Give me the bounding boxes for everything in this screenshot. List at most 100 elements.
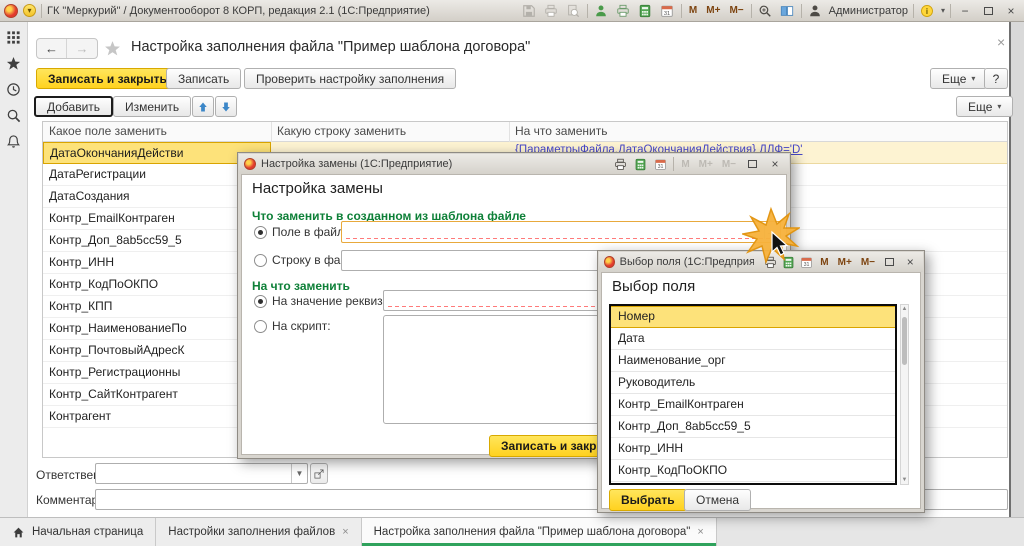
forward-button[interactable]: → — [67, 39, 97, 58]
memory-m-button[interactable]: М — [687, 5, 699, 16]
radio-string-in-file[interactable] — [254, 254, 267, 267]
maximize-button[interactable] — [979, 4, 997, 18]
favorites-star-icon[interactable] — [6, 56, 21, 71]
memory-mminus-button[interactable]: М− — [727, 5, 745, 16]
save-icon[interactable] — [521, 2, 538, 19]
move-up-button[interactable] — [192, 96, 214, 117]
memory-mplus-button[interactable]: М+ — [704, 5, 722, 16]
save-button[interactable]: Записать — [166, 68, 241, 89]
select-button[interactable]: Выбрать — [609, 489, 687, 511]
list-item-selected[interactable]: Номер — [611, 306, 895, 328]
field-select-dialog: Выбор поля (1С:Предприятие) М М+ М− × Вы… — [597, 250, 925, 513]
close-button[interactable]: × — [902, 255, 918, 269]
window-titlebar: ▾ ГК "Меркурий" / Документооборот 8 КОРП… — [0, 0, 1024, 22]
form-close-icon[interactable]: × — [997, 34, 1005, 50]
dropdown-arrow-icon[interactable]: ▼ — [291, 464, 307, 483]
tab-current-fill-setting[interactable]: Настройка заполнения файла "Пример шабло… — [362, 518, 717, 546]
open-icon — [313, 468, 325, 480]
row-field-name: Контр_ИНН — [43, 252, 270, 273]
print-icon[interactable] — [543, 2, 560, 19]
scroll-up-icon[interactable]: ▲ — [901, 306, 908, 312]
cancel-button[interactable]: Отмена — [684, 489, 751, 511]
scrollbar-thumb[interactable] — [902, 317, 907, 365]
memory-m-button[interactable]: М — [818, 257, 830, 268]
radio-script[interactable] — [254, 320, 267, 333]
scroll-down-icon[interactable]: ▼ — [901, 477, 908, 483]
row-field-name: Контр_КодПоОКПО — [43, 274, 270, 295]
row-field-name: Контр_ПочтовыйАдресК — [43, 340, 270, 361]
click-highlight-cursor — [742, 206, 800, 264]
maximize-button[interactable] — [743, 157, 761, 171]
field-list: Номер Дата Наименование_орг Руководитель… — [609, 304, 897, 485]
split-view-icon[interactable] — [779, 2, 796, 19]
user-icon — [807, 2, 824, 19]
row-field-name: ДатаСоздания — [43, 186, 270, 207]
dialog-title: Выбор поля — [612, 278, 695, 295]
list-item[interactable]: Контр_КодПоОКПО — [611, 460, 895, 482]
calculator-icon[interactable] — [637, 2, 654, 19]
row-field-name: Контр_EmailКонтраген — [43, 208, 270, 229]
printer-green-icon[interactable] — [615, 2, 632, 19]
column-header-string[interactable]: Какую строку заменить — [271, 122, 509, 141]
column-header-replace[interactable]: На что заменить — [509, 122, 1007, 141]
table-header: Какое поле заменить Какую строку заменит… — [43, 122, 1007, 142]
edit-button[interactable]: Изменить — [113, 96, 191, 117]
close-button[interactable]: × — [766, 157, 784, 171]
print-icon[interactable] — [613, 157, 628, 172]
memory-mminus-button[interactable]: М− — [859, 257, 877, 268]
info-icon[interactable] — [919, 2, 936, 19]
help-button[interactable]: ? — [984, 68, 1008, 89]
calendar-icon[interactable] — [800, 255, 813, 270]
maximize-button[interactable] — [882, 255, 898, 269]
list-item[interactable]: Контр_ИНН — [611, 438, 895, 460]
move-down-button[interactable] — [215, 96, 237, 117]
app-logo-icon — [604, 256, 615, 268]
calendar-icon[interactable] — [659, 2, 676, 19]
user-green-icon[interactable] — [593, 2, 610, 19]
memory-mplus-button[interactable]: М+ — [836, 257, 854, 268]
arrow-down-icon — [220, 101, 232, 113]
history-clock-icon[interactable] — [6, 82, 21, 97]
field-in-file-input[interactable]: ... — [341, 221, 781, 243]
open-responsible-button[interactable] — [310, 463, 328, 484]
current-user[interactable]: Администратор — [829, 5, 908, 17]
tab-fill-settings-list[interactable]: Настройки заполнения файлов × — [156, 518, 361, 546]
tab-home[interactable]: Начальная страница — [0, 518, 156, 546]
favorite-toggle-icon[interactable] — [104, 40, 121, 60]
tab-close-icon[interactable]: × — [697, 526, 703, 538]
system-menu-icon[interactable]: ▾ — [23, 4, 36, 17]
chevron-down-icon[interactable]: ▾ — [941, 6, 945, 15]
column-header-field[interactable]: Какое поле заменить — [43, 122, 271, 141]
back-button[interactable]: ← — [37, 39, 67, 58]
save-and-close-button[interactable]: Записать и закрыть — [36, 68, 179, 89]
list-item[interactable]: Контр_Доп_8ab5cc59_5 — [611, 416, 895, 438]
list-item[interactable]: Дата — [611, 328, 895, 350]
calculator-icon[interactable] — [633, 157, 648, 172]
memory-mplus-button: М+ — [697, 159, 715, 170]
menu-grid-icon[interactable] — [6, 30, 21, 45]
add-button[interactable]: Добавить — [34, 96, 113, 117]
close-button[interactable]: × — [1002, 4, 1020, 18]
radio-field-in-file[interactable] — [254, 226, 267, 239]
calendar-icon[interactable] — [653, 157, 668, 172]
radio-attribute-value[interactable] — [254, 295, 267, 308]
tab-close-icon[interactable]: × — [342, 526, 348, 538]
list-scrollbar[interactable]: ▲ ▼ — [900, 304, 909, 485]
notifications-bell-icon[interactable] — [6, 134, 21, 149]
list-more-button[interactable]: Еще▾ — [956, 96, 1013, 117]
section-replace-with: На что заменить — [252, 279, 350, 293]
row-field-name: Контр_НаименованиеПо — [43, 318, 270, 339]
row-field-name: Контр_СайтКонтрагент — [43, 384, 270, 405]
zoom-icon[interactable] — [757, 2, 774, 19]
tool-sidebar — [0, 22, 28, 517]
list-item[interactable]: Контр_EmailКонтраген — [611, 394, 895, 416]
print-preview-icon[interactable] — [565, 2, 582, 19]
search-icon[interactable] — [6, 108, 21, 123]
list-item[interactable]: Наименование_орг — [611, 350, 895, 372]
row-field-name: Контр_КПП — [43, 296, 270, 317]
minimize-button[interactable]: − — [956, 4, 974, 18]
responsible-combo[interactable]: ▼ — [95, 463, 308, 484]
check-fill-settings-button[interactable]: Проверить настройку заполнения — [244, 68, 456, 89]
more-button[interactable]: Еще▾ — [930, 68, 987, 89]
list-item[interactable]: Руководитель — [611, 372, 895, 394]
